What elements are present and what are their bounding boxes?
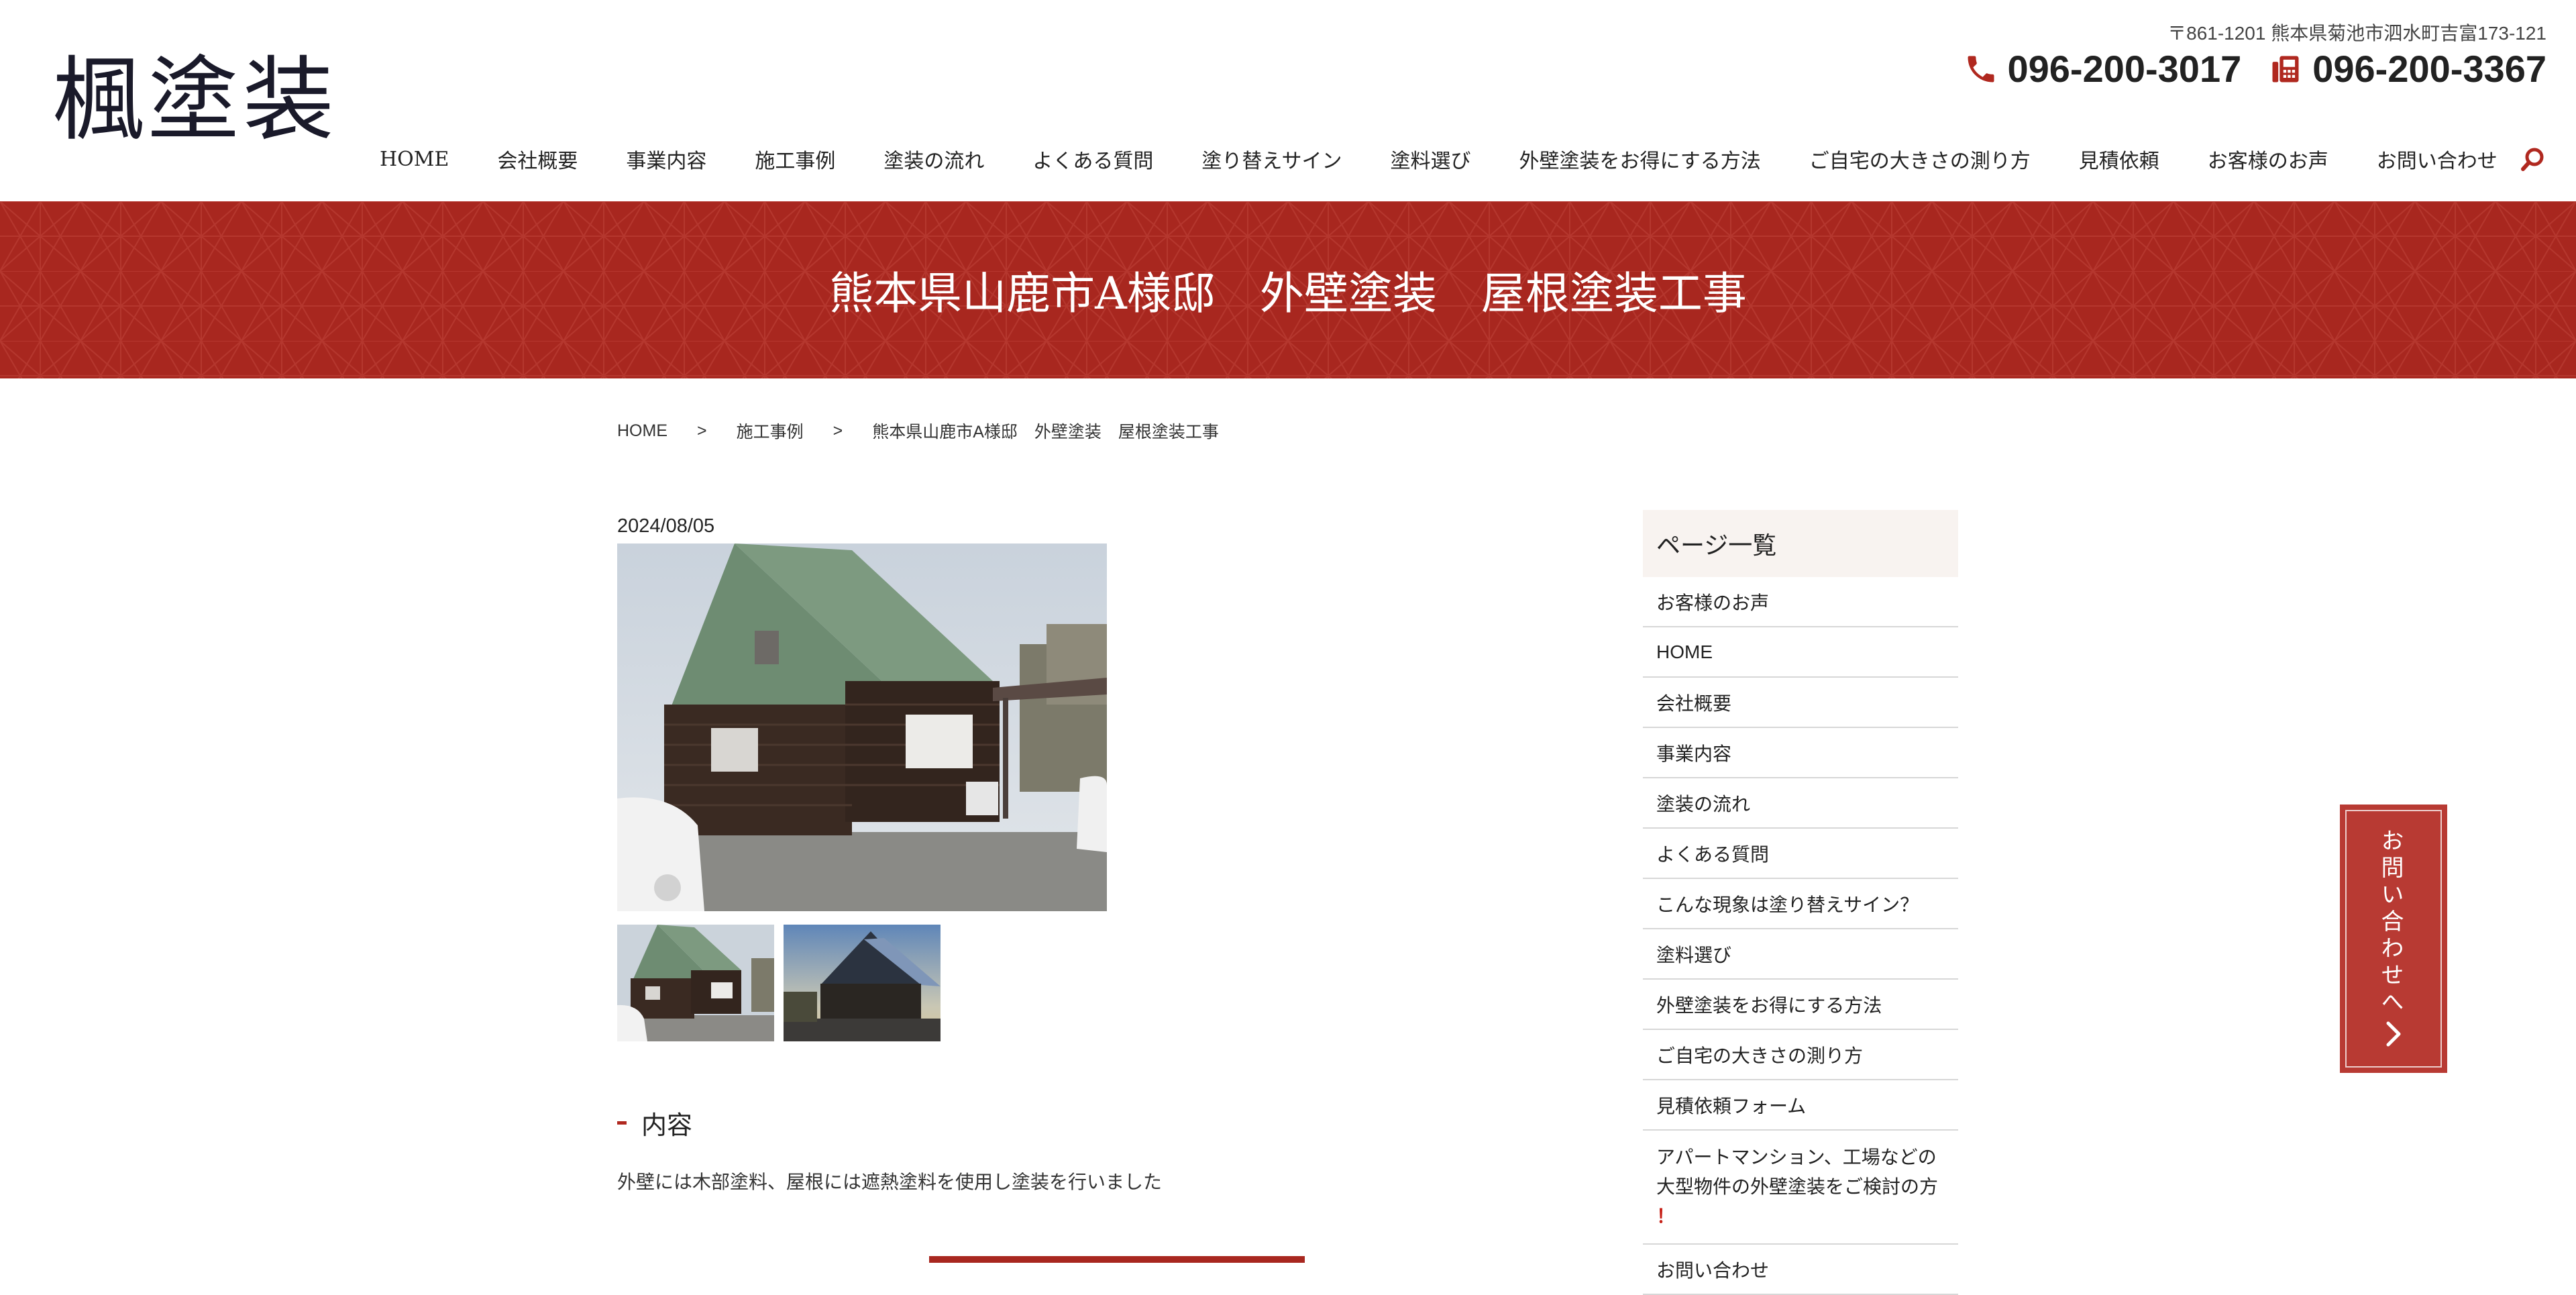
sidebar-item-measure[interactable]: ご自宅の大きさの測り方 — [1643, 1030, 1958, 1080]
phone-numbers: 096-200-3017 096-200-3367 — [1964, 47, 2546, 91]
nav-save-tips[interactable]: 外壁塗装をお得にする方法 — [1519, 144, 1760, 174]
sidebar: ページ一覧 お客様のお声 HOME 会社概要 事業内容 塗装の流れ よくある質問… — [1643, 510, 1958, 1295]
nav-home[interactable]: HOME — [380, 148, 449, 171]
sidebar-list: お客様のお声 HOME 会社概要 事業内容 塗装の流れ よくある質問 こんな現象… — [1643, 577, 1958, 1295]
floating-contact-button[interactable]: お問い合わせへ — [2340, 805, 2447, 1073]
sidebar-item-voices[interactable]: お客様のお声 — [1643, 577, 1958, 627]
section-heading-text: 内容 — [641, 1110, 693, 1140]
sidebar-item-paint-choice[interactable]: 塗料選び — [1643, 929, 1958, 980]
thumbnail-before[interactable] — [617, 925, 774, 1041]
chevron-right-icon — [2379, 1019, 2408, 1052]
breadcrumb-works[interactable]: 施工事例 — [737, 419, 804, 443]
sidebar-item-faq[interactable]: よくある質問 — [1643, 829, 1958, 879]
nav-works[interactable]: 施工事例 — [755, 144, 835, 174]
section-body-text: 外壁には木部塗料、屋根には遮熱塗料を使用し塗装を行いました — [617, 1172, 1163, 1192]
global-nav: HOME 会社概要 事業内容 施工事例 塗装の流れ よくある質問 塗り替えサイン… — [380, 142, 2498, 176]
section-heading: 内容 — [617, 1104, 692, 1141]
company-address: 〒861-1201 熊本県菊池市泗水町吉富173-121 — [2167, 23, 2546, 44]
sidebar-item-company[interactable]: 会社概要 — [1643, 678, 1958, 728]
nav-measure[interactable]: ご自宅の大きさの測り方 — [1809, 144, 2031, 174]
breadcrumb: HOME > 施工事例 > 熊本県山鹿市A様邸 外壁塗装 屋根塗装工事 — [617, 419, 1219, 443]
sidebar-item-large-property[interactable]: アパートマンション、工場などの 大型物件の外壁塗装をご検討の方 ！ — [1643, 1131, 1958, 1245]
thumbnail-after[interactable] — [784, 925, 941, 1041]
breadcrumb-home[interactable]: HOME — [617, 421, 667, 441]
sidebar-item-estimate-form[interactable]: 見積依頼フォーム — [1643, 1080, 1958, 1131]
heading-accent-bar — [617, 1121, 627, 1125]
sidebar-item-repaint-signs[interactable]: こんな現象は塗り替えサイン？ — [1643, 879, 1958, 929]
tel-number[interactable]: 096-200-3017 — [1964, 47, 2242, 91]
nav-faq[interactable]: よくある質問 — [1032, 144, 1153, 174]
sidebar-item-large-property-line1: アパートマンション、工場などの — [1656, 1147, 1937, 1168]
phone-icon — [1964, 52, 1998, 87]
nav-repaint-signs[interactable]: 塗り替えサイン — [1201, 144, 1342, 174]
exclamation-mark: ！ — [1656, 1206, 1676, 1227]
site-logo[interactable]: 楓塗装 — [52, 47, 338, 154]
breadcrumb-separator: > — [697, 421, 707, 440]
more-button[interactable] — [929, 1256, 1305, 1263]
sidebar-item-large-property-line2: 大型物件の外壁塗装をご検討の方 — [1656, 1176, 1939, 1197]
nav-company[interactable]: 会社概要 — [497, 144, 578, 174]
breadcrumb-separator: > — [833, 421, 843, 440]
search-icon[interactable] — [2520, 146, 2546, 172]
fax-number-text: 096-200-3367 — [2312, 48, 2546, 90]
nav-voices[interactable]: お客様のお声 — [2208, 144, 2328, 174]
page-title-band: 熊本県山鹿市A様邸 外壁塗装 屋根塗装工事 — [0, 201, 2576, 378]
nav-flow[interactable]: 塗装の流れ — [883, 144, 984, 174]
nav-services[interactable]: 事業内容 — [626, 144, 706, 174]
nav-estimate[interactable]: 見積依頼 — [2079, 144, 2159, 174]
sidebar-item-contact[interactable]: お問い合わせ — [1643, 1245, 1958, 1295]
sidebar-item-services[interactable]: 事業内容 — [1643, 728, 1958, 778]
main-photo[interactable] — [617, 543, 1107, 911]
site-header: 楓塗装 〒861-1201 熊本県菊池市泗水町吉富173-121 096-200… — [0, 0, 2576, 201]
post-date: 2024/08/05 — [617, 515, 715, 537]
sidebar-item-home[interactable]: HOME — [1643, 627, 1958, 678]
nav-paint-choice[interactable]: 塗料選び — [1390, 144, 1470, 174]
fax-number: 096-200-3367 — [2268, 47, 2546, 91]
nav-contact[interactable]: お問い合わせ — [2377, 144, 2498, 174]
sidebar-item-flow[interactable]: 塗装の流れ — [1643, 778, 1958, 829]
page-title: 熊本県山鹿市A様邸 外壁塗装 屋根塗装工事 — [829, 268, 1747, 319]
sidebar-title: ページ一覧 — [1643, 510, 1958, 577]
floating-contact-label: お問い合わせへ — [2377, 829, 2403, 1017]
fax-icon — [2268, 52, 2303, 87]
tel-number-text: 096-200-3017 — [2007, 48, 2242, 90]
sidebar-item-save-tips[interactable]: 外壁塗装をお得にする方法 — [1643, 980, 1958, 1030]
breadcrumb-current: 熊本県山鹿市A様邸 外壁塗装 屋根塗装工事 — [872, 423, 1219, 442]
